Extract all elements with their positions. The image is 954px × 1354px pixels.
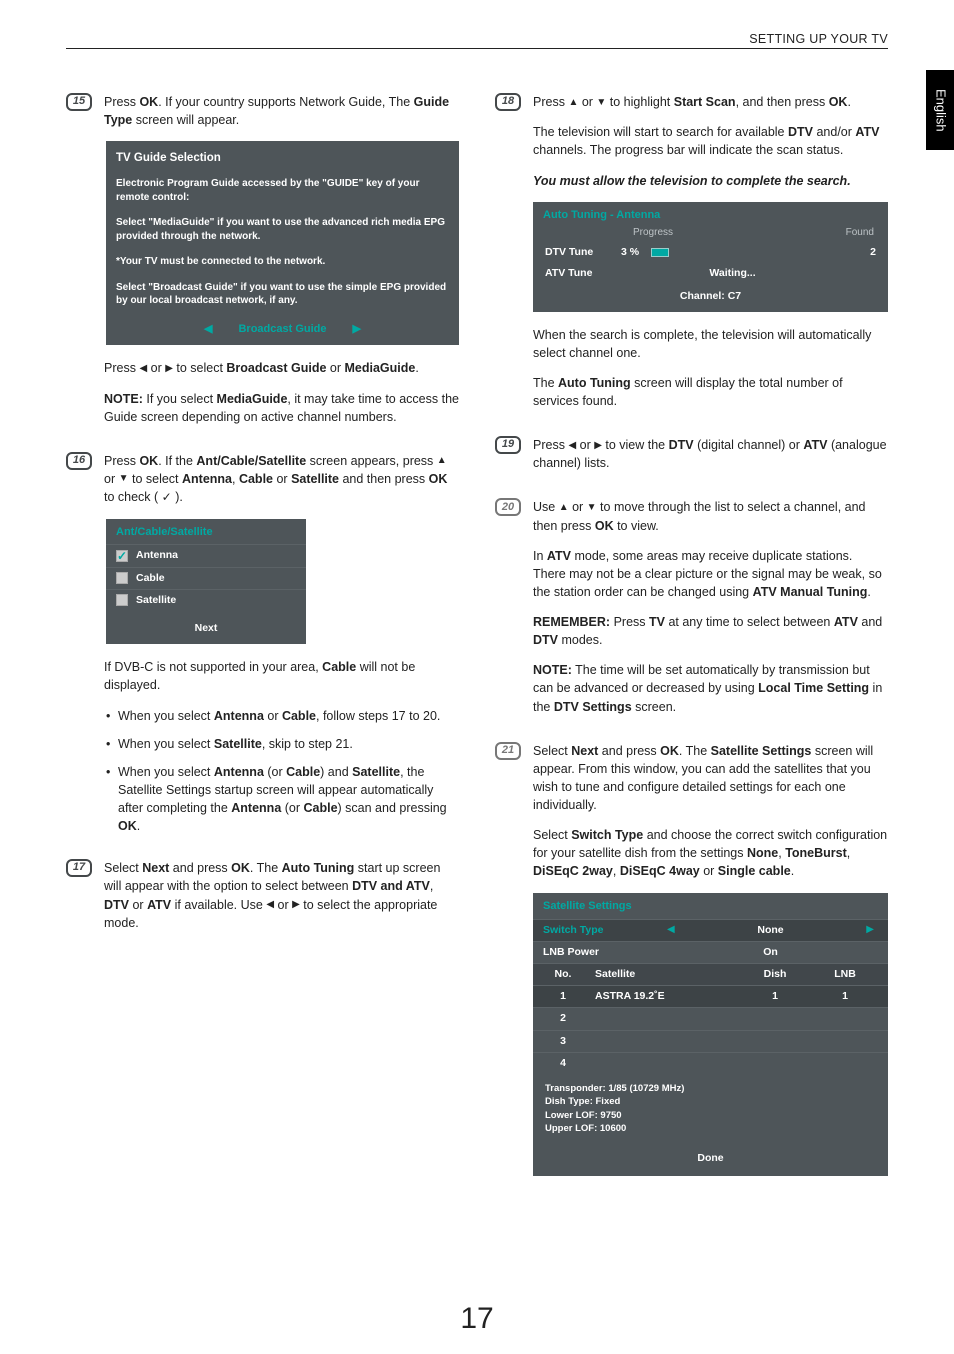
tv-guide-line1: Electronic Program Guide accessed by the… <box>106 173 459 212</box>
tv-guide-title: TV Guide Selection <box>106 147 459 173</box>
sat-row-1[interactable]: 1 ASTRA 19.2˚E 1 1 <box>533 985 888 1007</box>
page-number: 17 <box>0 1297 954 1341</box>
step-badge-21: 21 <box>495 742 521 760</box>
step16-p1: Press OK. If the Ant/Cable/Satellite scr… <box>104 452 459 507</box>
step18-p3: You must allow the television to complet… <box>533 172 888 190</box>
nav-right-icon[interactable]: ▶ <box>353 322 361 338</box>
antcable-title: Ant/Cable/Satellite <box>106 519 306 545</box>
step16-b3: When you select Antenna (or Cable) and S… <box>104 763 459 836</box>
step-badge-17: 17 <box>66 859 92 877</box>
progress-bar-icon <box>651 248 669 257</box>
step18-p5: The Auto Tuning screen will display the … <box>533 374 888 410</box>
step-badge-20: 20 <box>495 498 521 516</box>
auto-tuning-title: Auto Tuning - Antenna <box>533 202 888 226</box>
lnb-power-row[interactable]: LNB Power On <box>533 941 888 963</box>
step-badge-19: 19 <box>495 436 521 454</box>
auto-tuning-panel: Auto Tuning - Antenna Progress Found DTV … <box>533 202 888 312</box>
sat-row-4[interactable]: 4 <box>533 1052 888 1074</box>
step21-p2: Select Switch Type and choose the correc… <box>533 826 888 880</box>
satellite-settings-panel: Satellite Settings Switch Type ◀ None ▶ … <box>533 893 888 1177</box>
sat-table-header: No. Satellite Dish LNB <box>533 963 888 985</box>
tv-guide-line2: Select "MediaGuide" if you want to use t… <box>106 212 459 251</box>
step18-p2: The television will start to search for … <box>533 123 888 159</box>
switch-type-row[interactable]: Switch Type ◀ None ▶ <box>533 919 888 941</box>
checkbox-icon <box>116 594 128 606</box>
tv-guide-line4: Select "Broadcast Guide" if you want to … <box>106 277 459 316</box>
step18-p1: Press ▲ or ▼ to highlight Start Scan, an… <box>533 93 888 111</box>
atv-label: ATV Tune <box>545 266 609 281</box>
section-header: SETTING UP YOUR TV <box>66 30 888 48</box>
step15-p1: Press OK. If your country supports Netwo… <box>104 93 459 129</box>
step19-p1: Press ◀ or ▶ to view the DTV (digital ch… <box>533 436 888 472</box>
dtv-label: DTV Tune <box>545 245 609 260</box>
step15-p2: Press ◀ or ▶ to select Broadcast Guide o… <box>104 359 459 377</box>
step16-b2: When you select Satellite, skip to step … <box>104 735 459 753</box>
next-button[interactable]: Next <box>106 611 306 644</box>
checkbox-icon <box>116 572 128 584</box>
nav-left-icon[interactable]: ◀ <box>661 923 681 938</box>
step20-p3: REMEMBER: Press TV at any time to select… <box>533 613 888 649</box>
sat-info: Transponder: 1/85 (10729 MHz) Dish Type:… <box>533 1074 888 1143</box>
step20-p1: Use ▲ or ▼ to move through the list to s… <box>533 498 888 534</box>
dtv-pct: 3 % <box>621 245 639 260</box>
step18-p4: When the search is complete, the televis… <box>533 326 888 362</box>
step16-b1: When you select Antenna or Cable, follow… <box>104 707 459 725</box>
step-badge-15: 15 <box>66 93 92 111</box>
nav-right-icon[interactable]: ▶ <box>860 923 880 938</box>
sat-row-3[interactable]: 3 <box>533 1030 888 1052</box>
found-label: Found <box>846 226 874 241</box>
step-badge-18: 18 <box>495 93 521 111</box>
step17-p1: Select Next and press OK. The Auto Tunin… <box>104 859 459 932</box>
dtv-found: 2 <box>856 245 876 260</box>
satellite-option[interactable]: Satellite <box>106 589 306 611</box>
step16-p2: If DVB-C is not supported in your area, … <box>104 658 459 694</box>
progress-label: Progress <box>633 226 673 241</box>
step20-p2: In ATV mode, some areas may receive dupl… <box>533 547 888 601</box>
step-badge-16: 16 <box>66 452 92 470</box>
language-tab: English <box>926 70 954 150</box>
checkbox-checked-icon <box>116 550 128 562</box>
channel-label: Channel: C7 <box>533 285 888 312</box>
antenna-option[interactable]: Antenna <box>106 544 306 566</box>
atv-waiting: Waiting... <box>621 266 844 281</box>
tv-guide-panel: TV Guide Selection Electronic Program Gu… <box>106 141 459 345</box>
done-button[interactable]: Done <box>533 1143 888 1176</box>
sat-row-2[interactable]: 2 <box>533 1007 888 1029</box>
step15-note: NOTE: If you select MediaGuide, it may t… <box>104 390 459 426</box>
nav-left-icon[interactable]: ◀ <box>204 322 212 338</box>
step21-p1: Select Next and press OK. The Satellite … <box>533 742 888 815</box>
tv-guide-line3: *Your TV must be connected to the networ… <box>106 251 459 277</box>
broadcast-guide-option[interactable]: Broadcast Guide <box>238 322 326 338</box>
sat-title: Satellite Settings <box>533 893 888 919</box>
step20-p4: NOTE: The time will be set automatically… <box>533 661 888 715</box>
cable-option[interactable]: Cable <box>106 567 306 589</box>
antcable-panel: Ant/Cable/Satellite Antenna Cable Satell… <box>106 519 306 645</box>
